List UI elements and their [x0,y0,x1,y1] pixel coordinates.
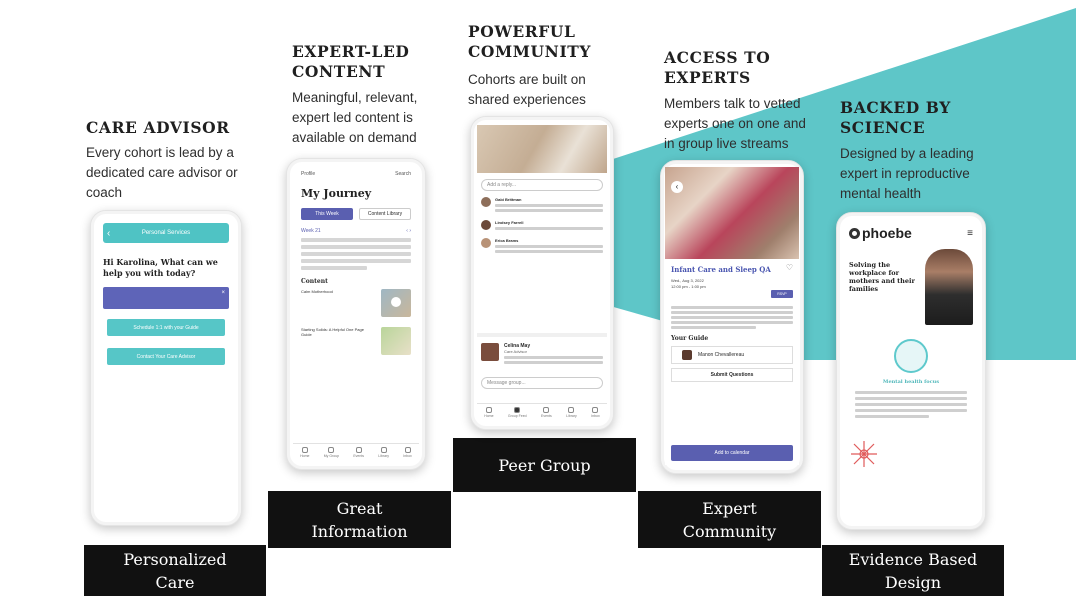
step-evidence-based-design: Evidence Based Design [822,545,1004,596]
article-thumbnail [381,327,411,355]
step-expert-community: Expert Community [638,491,821,548]
menu-icon[interactable]: ≡ [967,228,973,239]
profile-link[interactable]: Profile [301,171,315,177]
science-description: Designed by a leading expert in reproduc… [840,146,974,201]
hero-photo [925,249,973,325]
back-arrow-icon[interactable]: ‹ [671,181,683,193]
event-date: Wed., Aug 3, 2022 [671,278,704,283]
nav-events[interactable]: Events [353,447,364,458]
nav-events[interactable]: Events [541,407,552,418]
inbox-icon [404,447,411,453]
event-time: 12:00 pm - 1:00 pm [671,284,706,289]
group-icon [514,407,521,413]
back-arrow-icon[interactable]: ‹ [107,228,110,239]
experts-heading: ACCESS TO EXPERTS [664,48,771,87]
avatar [481,220,491,230]
content-card-title: Starting Solids: A Helpful One Page Guid… [301,327,364,337]
content-card-title: Calm Motherhood [301,289,333,294]
avatar [682,350,692,360]
bottom-nav: Home Group Feed Events Library Inbox [477,403,607,421]
nav-group-feed[interactable]: Group Feed [508,407,527,418]
care-advisor-phone: ‹ Personal Services Hi Karolina, What ca… [90,210,242,526]
burst-icon [851,441,877,467]
section-subheading: Mental health focus [882,379,940,385]
group-icon [328,447,335,453]
inbox-icon [592,407,599,413]
science-heading: BACKED BY SCIENCE [840,98,951,137]
community-phone: Add a reply... Gabi Brittman Lindsey Far… [470,116,614,430]
content-card[interactable]: Starting Solids: A Helpful One Page Guid… [301,327,411,355]
nav-home[interactable]: Home [300,447,309,458]
week-nav-arrows-icon[interactable]: ‹ › [406,228,411,234]
search-link[interactable]: Search [395,171,411,177]
nav-home[interactable]: Home [484,407,494,418]
journey-phone: Profile Search My Journey This Week Cont… [286,158,426,470]
library-icon [380,447,387,453]
rsvp-button[interactable]: RSVP [771,290,793,298]
bottom-nav: Home My Group Events Library Inbox [293,443,419,461]
guide-heading: Your Guide [671,335,709,342]
services-header: ‹ Personal Services [103,223,229,243]
logo-mark-icon [849,227,860,239]
nav-inbox[interactable]: Inbox [403,447,412,458]
contact-advisor-button[interactable]: Contact Your Care Advisor [107,348,225,365]
comment: Gabi Brittman [481,197,603,214]
community-description: Cohorts are built on shared experiences [468,72,586,107]
care-advisor-heading: CARE ADVISOR [86,118,230,137]
step-peer-group: Peer Group [453,438,636,492]
group-post[interactable]: Celina May Care Advisor [477,333,607,372]
home-icon [485,407,492,413]
event-photo: ‹ [665,167,799,259]
content-heading: Content [301,278,328,285]
schedule-guide-button[interactable]: Schedule 1:1 with your Guide [107,319,225,336]
close-icon[interactable]: × [221,290,225,296]
reply-input[interactable]: Add a reply... [481,179,603,191]
comment: Lindsey Farrell [481,220,603,232]
nav-inbox[interactable]: Inbox [591,407,600,418]
calendar-icon [355,447,362,453]
content-card[interactable]: Calm Motherhood [301,289,411,317]
library-icon [568,407,575,413]
expert-led-heading: EXPERT-LED CONTENT [292,42,410,81]
step-personalized-care: Personalized Care [84,545,266,596]
page-title: My Journey [301,187,372,200]
tab-content-library[interactable]: Content Library [359,208,411,220]
mental-health-icon [894,339,928,373]
nav-library[interactable]: Library [378,447,389,458]
nav-my-group[interactable]: My Group [324,447,339,458]
comment: Erica Brams [481,238,603,255]
care-advisor-description: Every cohort is lead by a dedicated care… [86,145,238,200]
phoebe-logo: phoebe [849,225,912,241]
hero-text: Solving the workplace for mothers and th… [849,261,915,293]
message-input[interactable]: Message group... [481,377,603,389]
avatar [481,238,491,248]
notice-banner: × [103,287,229,309]
avatar [481,343,499,361]
play-icon[interactable] [391,297,401,307]
avatar [481,197,491,207]
event-title: Infant Care and Sleep QA [671,265,771,274]
greeting-text: Hi Karolina, What can we help you with t… [103,257,218,278]
expert-led-description: Meaningful, relevant, expert led content… [292,90,418,145]
home-icon [301,447,308,453]
tab-this-week[interactable]: This Week [301,208,353,220]
submit-questions-button[interactable]: Submit Questions [671,368,793,382]
nav-library[interactable]: Library [566,407,577,418]
add-to-calendar-button[interactable]: Add to calendar [671,445,793,461]
week-label: Week 21 [301,228,321,234]
step-great-information: Great Information [268,491,451,548]
community-heading: POWERFUL COMMUNITY [468,22,592,61]
calendar-icon [543,407,550,413]
post-photo [477,125,607,173]
heart-icon[interactable]: ♡ [786,263,793,277]
science-phone: phoebe ≡ Solving the workplace for mothe… [836,212,986,530]
guide-card[interactable]: Manon Chevallereau [671,346,793,364]
expert-event-phone: ‹ Infant Care and Sleep QA ♡ Wed., Aug 3… [660,160,804,474]
video-thumbnail [381,289,411,317]
experts-description: Members talk to vetted experts one on on… [664,96,806,151]
